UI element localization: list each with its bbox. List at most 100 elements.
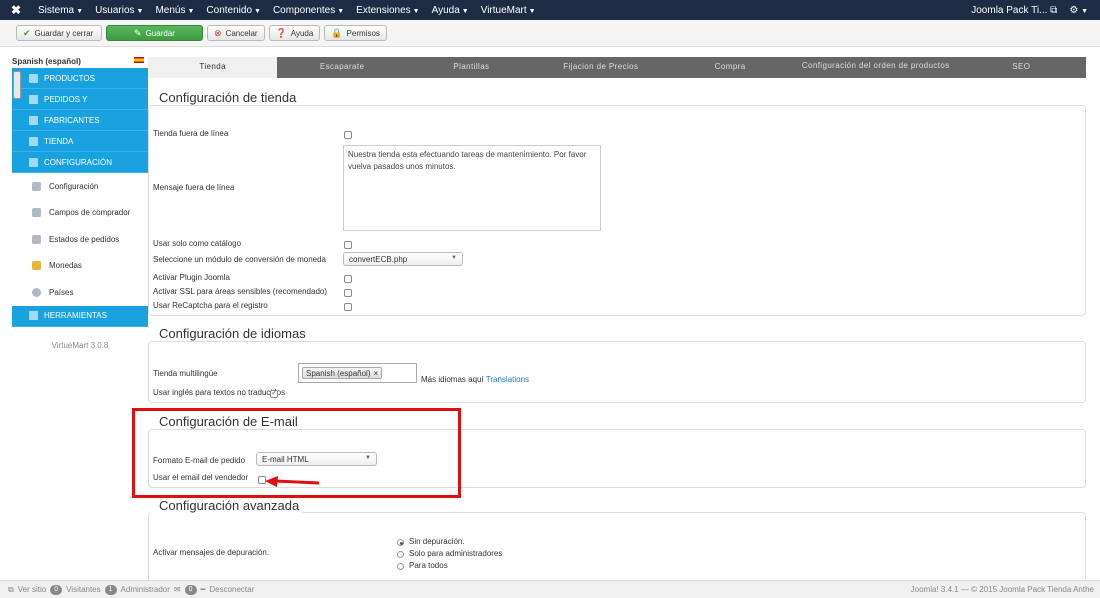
joomla-logo-icon[interactable]: ✖: [0, 3, 32, 17]
save-button[interactable]: ✎ Guardar: [106, 25, 203, 41]
advanced-config-fieldset: [148, 512, 1086, 582]
language-selector[interactable]: Spanish (español): [0, 57, 148, 68]
menu-contenido[interactable]: Contenido ▼: [200, 5, 267, 16]
shop-config-legend: Configuración de tienda: [148, 90, 300, 105]
permissions-button[interactable]: 🔒 Permisos: [324, 25, 387, 41]
offline-label: Tienda fuera de línea: [153, 129, 229, 138]
tab-seo[interactable]: SEO: [957, 57, 1086, 78]
wrench-icon: [29, 115, 38, 125]
sidebar-toggle-handle[interactable]: [13, 71, 21, 99]
language-chip: Spanish (español) ×: [302, 367, 383, 379]
sidebar-item-monedas[interactable]: Monedas: [12, 253, 148, 280]
messages-count-badge: 0: [184, 584, 197, 595]
menu-ayuda[interactable]: Ayuda ▼: [426, 5, 475, 16]
sidebar-section-tienda[interactable]: TIENDA: [12, 131, 148, 152]
sidebar-section-pedidos[interactable]: PEDIDOS Y: [12, 89, 148, 110]
sidebar-item-campos-comprador[interactable]: Campos de comprador: [12, 200, 148, 227]
sidebar-item-estados-pedidos[interactable]: Estados de pedidos: [12, 226, 148, 253]
cancel-button[interactable]: ⊗ Cancelar: [207, 25, 265, 41]
caret-down-icon: ▼: [254, 7, 261, 15]
top-navbar: ✖ Sistema ▼ Usuarios ▼ Menús ▼ Contenido ▼ C…: [0, 0, 1100, 20]
currency-module-label: Seleccione un módulo de conversión de mo…: [153, 255, 327, 264]
sidebar: Spanish (español) PRODUCTOS PEDIDOS Y FA…: [0, 57, 148, 350]
tools-icon: [29, 157, 38, 167]
config-tabs: Tienda Escaparate Plantillas Fijacion de…: [148, 57, 1086, 78]
admin-count-badge: 1: [104, 584, 117, 595]
catalog-only-label: Usar solo como catálogo: [153, 239, 242, 248]
document-icon: [32, 234, 41, 244]
menu-menus[interactable]: Menús ▼: [149, 5, 200, 16]
action-toolbar: ✔ Guardar y cerrar ✎ Guardar ⊗ Cancelar ❓ Ay…: [0, 20, 1100, 47]
caret-down-icon: ▼: [187, 7, 195, 15]
annotation-arrow-icon: [265, 476, 320, 487]
caret-down-icon: ▼: [337, 7, 345, 15]
recaptcha-checkbox[interactable]: [344, 303, 352, 311]
tab-precios[interactable]: Fijacion de Precios: [536, 57, 665, 78]
caret-down-icon: ▼: [461, 7, 469, 15]
orders-icon: [29, 94, 38, 104]
main-menu: Sistema ▼ Usuarios ▼ Menús ▼ Contenido ▼ Com…: [32, 5, 542, 16]
debug-option-admins-label: Solo para administradores: [409, 549, 503, 558]
save-close-button[interactable]: ✔ Guardar y cerrar: [16, 25, 102, 41]
menu-componentes[interactable]: Componentes ▼: [267, 5, 350, 16]
remove-chip-icon[interactable]: ×: [373, 369, 378, 378]
caret-down-icon: ▼: [136, 7, 144, 15]
logout-link[interactable]: Desconectar: [209, 585, 254, 594]
offline-checkbox[interactable]: [344, 131, 352, 139]
sidebar-item-paises[interactable]: Países: [12, 279, 148, 306]
more-languages-text: Más idiomas aquí Translations: [421, 375, 530, 384]
coins-icon: [32, 261, 41, 271]
globe-icon: [32, 287, 41, 297]
admin-label: Administrador: [120, 585, 170, 594]
menu-sistema[interactable]: Sistema ▼: [32, 5, 89, 16]
advanced-config-legend: Configuración avanzada: [148, 498, 303, 513]
languages-multiselect[interactable]: Spanish (español) ×: [298, 363, 417, 383]
check-icon: ✔: [23, 27, 31, 38]
catalog-only-checkbox[interactable]: [344, 241, 352, 249]
caret-down-icon: ▼: [528, 7, 536, 15]
debug-option-admins-radio[interactable]: [397, 551, 404, 558]
menu-virtuemart[interactable]: VirtueMart ▼: [475, 5, 542, 16]
shop-config-fieldset: [148, 105, 1086, 316]
use-english-checkbox[interactable]: [270, 388, 278, 398]
language-config-legend: Configuración de idiomas: [148, 326, 309, 341]
tab-escaparate[interactable]: Escaparate: [277, 57, 406, 78]
site-link[interactable]: Joomla Pack Ti... ⧉: [971, 5, 1057, 16]
tab-compra[interactable]: Compra: [666, 57, 795, 78]
external-link-icon: ⧉: [8, 584, 14, 594]
debug-option-all-radio[interactable]: [397, 563, 404, 570]
lock-icon: 🔒: [331, 27, 343, 38]
joomla-plugin-checkbox[interactable]: [344, 275, 352, 283]
config-icon: [32, 181, 41, 191]
tab-plantillas[interactable]: Plantillas: [407, 57, 536, 78]
recaptcha-label: Usar ReCaptcha para el registro: [153, 301, 268, 310]
help-button[interactable]: ❓ Ayuda: [268, 25, 321, 41]
sidebar-section-herramientas[interactable]: HERRAMIENTAS: [12, 305, 148, 327]
sidebar-section-productos[interactable]: PRODUCTOS: [12, 68, 148, 89]
offline-message-textarea[interactable]: Nuestra tienda esta efectuando tareas de…: [343, 145, 601, 231]
version-label: VirtueMart 3.0.8: [51, 340, 109, 350]
spain-flag-icon: [134, 57, 144, 63]
menu-usuarios[interactable]: Usuarios ▼: [89, 5, 149, 16]
gear-icon[interactable]: ⚙ ▼: [1069, 5, 1088, 16]
ssl-checkbox[interactable]: [344, 289, 352, 297]
copyright-text: Joomla! 3.4.1 — © 2015 Joomla Pack Tiend…: [910, 585, 1094, 594]
view-site-link[interactable]: Ver sitio: [18, 585, 46, 594]
translations-link[interactable]: Translations: [486, 375, 529, 384]
sidebar-section-configuracion[interactable]: CONFIGURACIÓN: [12, 152, 148, 173]
debug-label: Activar mensajes de depuración.: [153, 548, 270, 557]
currency-module-select[interactable]: convertECB.php ▼: [343, 252, 463, 266]
sidebar-section-fabricantes[interactable]: FABRICANTES: [12, 110, 148, 131]
debug-option-none-radio[interactable]: [397, 539, 404, 546]
visitors-label: Visitantes: [66, 585, 101, 594]
debug-option-all-label: Para todos: [409, 561, 448, 570]
sidebar-item-configuracion[interactable]: Configuración: [12, 173, 148, 200]
menu-extensiones[interactable]: Extensiones ▼: [350, 5, 425, 16]
caret-down-icon: ▼: [76, 7, 84, 15]
tab-orden-productos[interactable]: Configuración del orden de productos: [795, 57, 957, 78]
language-config-fieldset: [148, 341, 1086, 403]
cancel-icon: ⊗: [214, 27, 222, 38]
question-icon: ❓: [275, 27, 287, 38]
shop-icon: [29, 136, 38, 146]
tab-tienda[interactable]: Tienda: [148, 57, 278, 78]
